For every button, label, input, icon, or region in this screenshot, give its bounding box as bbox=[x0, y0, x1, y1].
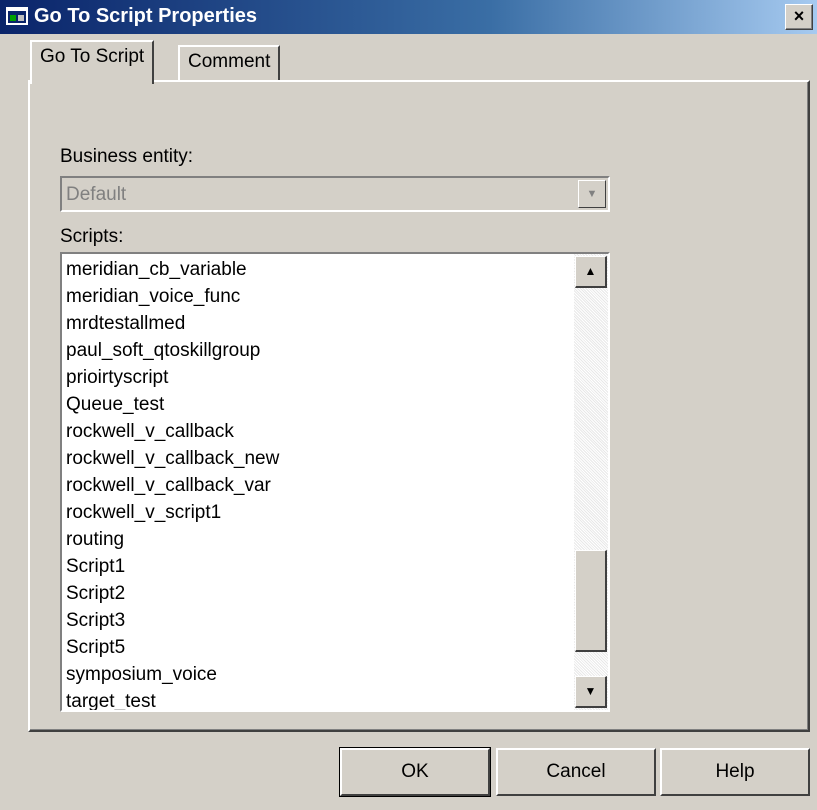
list-item[interactable]: rockwell_v_script1 bbox=[66, 499, 572, 526]
window-title: Go To Script Properties bbox=[34, 5, 257, 27]
list-item[interactable]: Script2 bbox=[66, 580, 572, 607]
window-app-icon bbox=[6, 7, 28, 25]
list-item[interactable]: rockwell_v_callback_var bbox=[66, 472, 572, 499]
scroll-thumb[interactable] bbox=[575, 550, 607, 652]
list-item[interactable]: rockwell_v_callback bbox=[66, 418, 572, 445]
list-item[interactable]: Script5 bbox=[66, 634, 572, 661]
list-item[interactable]: meridian_voice_func bbox=[66, 283, 572, 310]
help-button[interactable]: Help bbox=[660, 748, 810, 796]
list-item[interactable]: mrdtestallmed bbox=[66, 310, 572, 337]
list-item[interactable]: Script3 bbox=[66, 607, 572, 634]
chevron-down-icon[interactable]: ▼ bbox=[578, 180, 606, 208]
scroll-up-button[interactable]: ▲ bbox=[575, 256, 607, 288]
list-item[interactable]: Script1 bbox=[66, 553, 572, 580]
business-entity-value: Default bbox=[66, 184, 127, 205]
ok-button[interactable]: OK bbox=[339, 747, 491, 797]
scroll-down-button[interactable]: ▼ bbox=[575, 676, 607, 708]
list-item[interactable]: meridian_cb_variable bbox=[66, 256, 572, 283]
list-item[interactable]: rockwell_v_callback_new bbox=[66, 445, 572, 472]
tab-go-to-script[interactable]: Go To Script bbox=[30, 40, 155, 84]
tab-comment[interactable]: Comment bbox=[178, 45, 281, 81]
scripts-listbox[interactable]: meridian_cb_variable meridian_voice_func… bbox=[60, 252, 610, 712]
list-item[interactable]: routing bbox=[66, 526, 572, 553]
cancel-button[interactable]: Cancel bbox=[496, 748, 656, 796]
list-item[interactable]: paul_soft_qtoskillgroup bbox=[66, 337, 572, 364]
scripts-label: Scripts: bbox=[60, 226, 124, 247]
scripts-list: meridian_cb_variable meridian_voice_func… bbox=[66, 256, 572, 710]
list-item[interactable]: symposium_voice bbox=[66, 661, 572, 688]
close-button[interactable]: × bbox=[785, 4, 813, 30]
business-entity-select[interactable]: Default ▼ bbox=[60, 176, 610, 212]
scripts-scrollbar[interactable]: ▲ ▼ bbox=[574, 254, 608, 710]
list-item[interactable]: target_test bbox=[66, 688, 572, 710]
list-item[interactable]: prioirtyscript bbox=[66, 364, 572, 391]
title-bar: Go To Script Properties × bbox=[0, 0, 817, 34]
business-entity-label: Business entity: bbox=[60, 146, 194, 167]
list-item[interactable]: Queue_test bbox=[66, 391, 572, 418]
